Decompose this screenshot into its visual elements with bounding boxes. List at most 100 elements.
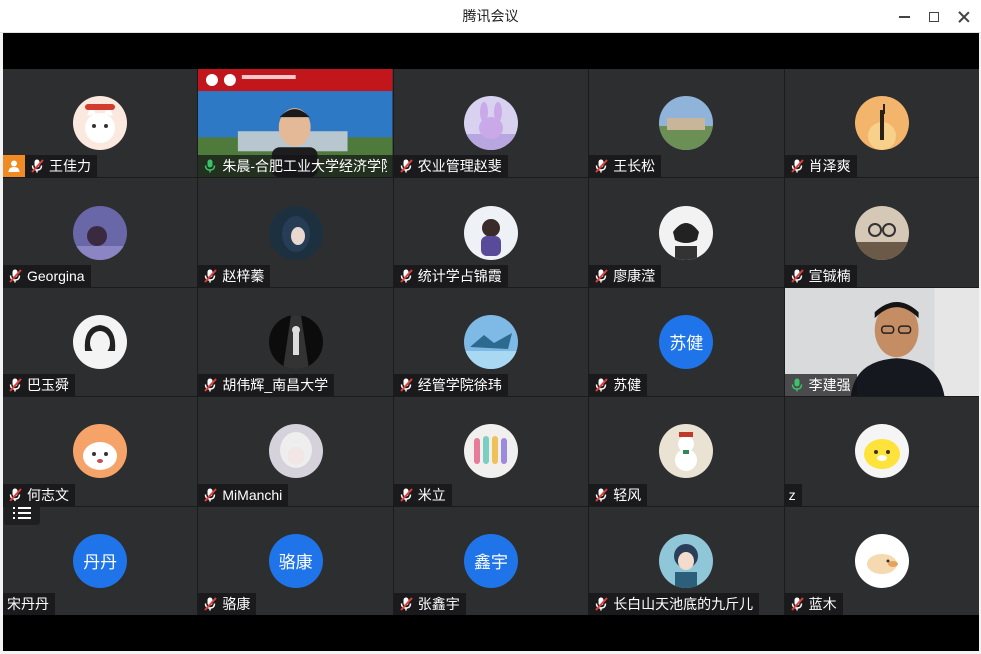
nameplate: 经管学院徐玮 bbox=[393, 374, 508, 397]
participant-name: 长白山天池底的九斤儿 bbox=[613, 596, 754, 612]
mic-on-icon bbox=[202, 158, 222, 174]
minimize-icon bbox=[898, 16, 910, 18]
avatar bbox=[659, 533, 714, 588]
avatar bbox=[659, 96, 714, 151]
title-bar: 腾讯会议 bbox=[0, 0, 981, 33]
participant-tile[interactable]: 鑫宇 张鑫宇 bbox=[393, 506, 589, 615]
participant-name: 宋丹丹 bbox=[7, 596, 49, 612]
top-black-band bbox=[3, 33, 979, 69]
participant-tile[interactable]: 何志文 bbox=[3, 397, 198, 506]
participant-name: 苏健 bbox=[613, 377, 642, 394]
nameplate: 长白山天池底的九斤儿 bbox=[589, 593, 760, 615]
participant-tile[interactable]: 苏健 苏健 bbox=[589, 287, 784, 397]
anime-white-hair-avatar bbox=[268, 424, 323, 479]
participant-name: 骆康 bbox=[222, 596, 251, 612]
sunset-silhouette-avatar bbox=[854, 96, 909, 151]
anime-boy-avatar bbox=[659, 533, 714, 588]
participant-tile[interactable]: 巴玉舜 bbox=[3, 287, 198, 397]
stage-figure-avatar bbox=[268, 314, 323, 369]
participant-tile[interactable]: 廖康滢 bbox=[589, 178, 784, 287]
close-icon bbox=[958, 11, 970, 23]
participant-tile[interactable]: 蓝木 bbox=[784, 506, 979, 615]
participant-tile[interactable]: 王长松 bbox=[589, 69, 784, 178]
nameplate: 朱晨-合肥工业大学经济学院 bbox=[198, 155, 393, 178]
snowman-avatar bbox=[659, 424, 714, 479]
bottom-black-band bbox=[3, 615, 979, 651]
mic-muted-icon bbox=[398, 268, 418, 284]
participant-name: 经管学院徐玮 bbox=[417, 377, 502, 394]
participant-name: 巴玉舜 bbox=[27, 377, 69, 394]
nameplate: 胡伟辉_南昌大学 bbox=[198, 374, 335, 397]
participant-tile[interactable]: 轻风 bbox=[589, 397, 784, 506]
participant-tile[interactable]: 长白山天池底的九斤儿 bbox=[589, 506, 784, 615]
participant-name: 王长松 bbox=[613, 158, 656, 175]
participant-tile[interactable]: 李建强 bbox=[784, 287, 979, 397]
mic-muted-icon bbox=[789, 158, 809, 174]
nameplate: MiManchi bbox=[198, 483, 289, 506]
maximize-button[interactable] bbox=[923, 6, 945, 28]
nameplate: 骆康 bbox=[198, 593, 257, 615]
avatar bbox=[854, 533, 909, 588]
avatar bbox=[268, 205, 323, 260]
ice-landscape-avatar bbox=[463, 314, 518, 369]
nameplate: 李建强 bbox=[784, 374, 857, 397]
participant-tile[interactable]: Georgina bbox=[3, 178, 198, 287]
participant-tile[interactable]: 王佳力 bbox=[3, 69, 198, 178]
participant-tile[interactable]: 统计学占锦霞 bbox=[393, 178, 589, 287]
participant-name: z bbox=[788, 486, 796, 503]
yellow-bear-avatar bbox=[854, 424, 909, 479]
nameplate: 苏健 bbox=[589, 374, 648, 397]
participant-tile[interactable]: 胡伟辉_南昌大学 bbox=[198, 287, 393, 397]
avatar bbox=[854, 424, 909, 479]
participant-name: 朱晨-合肥工业大学经济学院 bbox=[222, 158, 387, 175]
avatar bbox=[659, 424, 714, 479]
participant-tile[interactable]: z bbox=[784, 397, 979, 506]
mic-on-icon bbox=[789, 377, 809, 393]
participant-tile[interactable]: 米立 bbox=[393, 397, 589, 506]
participant-tile[interactable]: 宣铖楠 bbox=[784, 178, 979, 287]
nail-polish-avatar bbox=[463, 424, 518, 479]
nameplate: 蓝木 bbox=[784, 593, 843, 615]
avatar bbox=[73, 96, 128, 151]
participant-list-button[interactable] bbox=[4, 501, 40, 525]
participant-tile[interactable]: MiManchi bbox=[198, 397, 393, 506]
participant-tile[interactable]: 经管学院徐玮 bbox=[393, 287, 589, 397]
participant-name: 宣铖楠 bbox=[808, 267, 851, 284]
participant-name: 王佳力 bbox=[49, 158, 91, 175]
participant-tile[interactable]: 农业管理赵斐 bbox=[393, 69, 589, 178]
minimize-button[interactable] bbox=[893, 6, 915, 28]
avatar bbox=[463, 314, 518, 369]
window-title: 腾讯会议 bbox=[462, 8, 519, 24]
avatar-initials: 骆康 bbox=[278, 553, 313, 573]
avatar bbox=[854, 205, 909, 260]
participant-name: 米立 bbox=[417, 486, 446, 503]
participant-tile[interactable]: 骆康 骆康 bbox=[198, 506, 393, 615]
nameplate: 轻风 bbox=[589, 483, 648, 506]
avatar: 骆康 bbox=[268, 533, 323, 588]
shiba-dog-avatar bbox=[73, 424, 128, 479]
participant-name: 统计学占锦霞 bbox=[417, 267, 502, 284]
participant-name: Georgina bbox=[27, 267, 85, 284]
avatar bbox=[73, 424, 128, 479]
nameplate: 米立 bbox=[393, 483, 452, 506]
participant-tile[interactable]: 赵梓蓁 bbox=[198, 178, 393, 287]
mic-muted-icon bbox=[29, 158, 49, 174]
avatar bbox=[73, 314, 128, 369]
close-button[interactable] bbox=[953, 6, 975, 28]
participant-tile[interactable]: 朱晨-合肥工业大学经济学院 bbox=[198, 69, 393, 178]
nameplate: z bbox=[784, 483, 802, 506]
nameplate: Georgina bbox=[3, 264, 91, 287]
mic-muted-icon bbox=[7, 377, 27, 393]
avatar: 丹丹 bbox=[73, 533, 128, 588]
mic-muted-icon bbox=[398, 158, 418, 174]
nameplate: 王长松 bbox=[589, 155, 662, 178]
participant-tile[interactable]: 肖泽爽 bbox=[784, 69, 979, 178]
avatar-initials: 苏健 bbox=[669, 334, 704, 354]
duck-plush-avatar bbox=[854, 533, 909, 588]
nameplate: 张鑫宇 bbox=[393, 593, 466, 615]
avatar bbox=[659, 205, 714, 260]
avatar bbox=[463, 424, 518, 479]
mic-muted-icon bbox=[7, 268, 27, 284]
participant-name: 农业管理赵斐 bbox=[417, 158, 502, 175]
nameplate: 王佳力 bbox=[25, 155, 97, 178]
